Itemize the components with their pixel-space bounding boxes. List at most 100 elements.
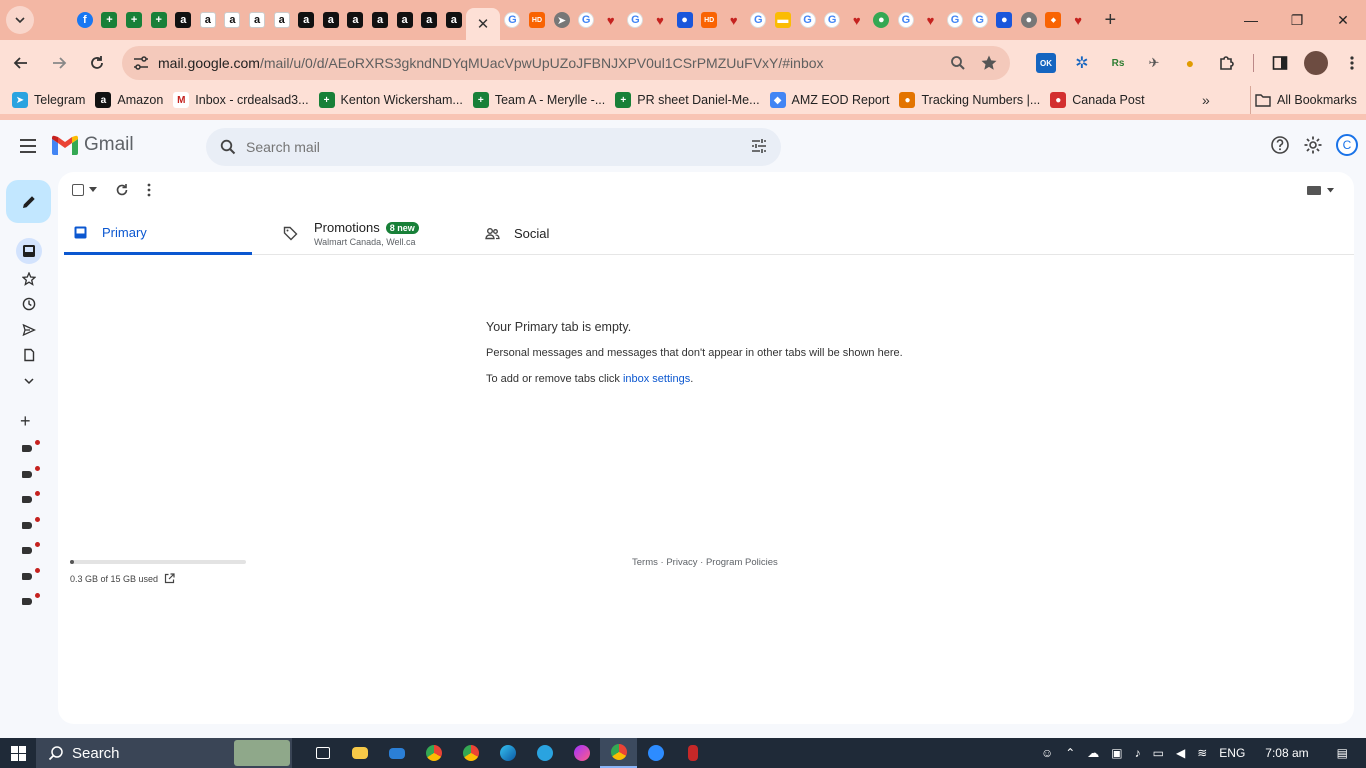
bookmark-item[interactable]: ➤ Telegram [10,86,93,114]
messenger-button[interactable] [563,738,600,768]
app-red-button[interactable] [674,738,711,768]
browser-tab[interactable]: ♥ [648,4,673,36]
new-tab-button[interactable]: + [1096,6,1124,34]
browser-tab[interactable]: a [220,4,245,36]
active-tab[interactable]: ✕ [466,8,501,40]
bookmark-item[interactable]: M Inbox - crdealsad3... [171,86,316,114]
people-icon[interactable]: ☺ [1041,746,1053,760]
all-bookmarks-button[interactable]: All Bookmarks [1250,86,1357,114]
taskbar-search[interactable]: Search [36,738,292,768]
browser-tab[interactable]: G [623,4,648,36]
restore-button[interactable]: ❐ [1274,0,1320,40]
site-info-icon[interactable] [126,56,156,70]
select-checkbox[interactable] [72,184,97,196]
file-explorer-button[interactable] [341,738,378,768]
label-item[interactable] [20,491,40,507]
browser-tab[interactable]: ♥ [721,4,746,36]
label-item[interactable] [20,593,40,609]
telegram-button[interactable] [526,738,563,768]
profile-button[interactable] [1298,46,1334,80]
clock[interactable]: 7:08 am [1265,746,1308,760]
onedrive-icon[interactable]: ☁ [1087,746,1099,760]
tab-primary[interactable]: Primary [64,212,252,255]
browser-tab[interactable]: a [196,4,221,36]
more-bookmarks-button[interactable]: » [1202,86,1210,114]
chrome-button-1[interactable] [415,738,452,768]
bookmark-star-icon[interactable] [980,54,998,72]
browser-tab[interactable]: a [368,4,393,36]
browser-tab[interactable]: a [392,4,417,36]
label-item[interactable] [20,440,40,456]
browser-tab[interactable]: ● [672,4,697,36]
wifi-icon[interactable]: ≋ [1197,746,1207,760]
nav-more[interactable] [18,370,40,392]
browser-tab[interactable]: G [967,4,992,36]
nav-drafts[interactable] [18,344,40,366]
microphone-icon[interactable]: ♪ [1135,746,1141,760]
browser-tab[interactable]: ● [869,4,894,36]
search-options-icon[interactable] [751,138,767,157]
reload-button[interactable] [80,46,114,80]
extensions-button[interactable] [1208,46,1244,80]
browser-tab[interactable]: ♥ [598,4,623,36]
volume-icon[interactable]: ◀ [1176,746,1185,760]
extension-plane[interactable]: ✈ [1136,46,1172,80]
back-button[interactable] [4,46,38,80]
search-input[interactable] [246,139,726,155]
browser-tab[interactable]: ♥ [1066,4,1091,36]
browser-tab[interactable]: + [97,4,122,36]
bookmark-item[interactable]: + PR sheet Daniel-Me... [613,86,767,114]
browser-tab[interactable]: HD [697,4,722,36]
browser-tab[interactable]: HD [525,4,550,36]
browser-tab[interactable]: G [820,4,845,36]
task-view-button[interactable] [304,738,341,768]
side-panel-button[interactable] [1262,46,1298,80]
bookmark-item[interactable]: a Amazon [93,86,171,114]
terms-link[interactable]: Terms [632,557,658,568]
extension-rs[interactable]: Rs [1100,46,1136,80]
nav-sent[interactable] [18,319,40,341]
browser-menu-button[interactable] [1334,46,1366,80]
account-avatar[interactable]: C [1336,134,1358,156]
bookmark-item[interactable]: ● Tracking Numbers |... [897,86,1048,114]
browser-tab[interactable]: G [500,4,525,36]
input-tools-button[interactable] [1307,186,1334,195]
browser-tab[interactable]: a [171,4,196,36]
zoom-app-button[interactable] [637,738,674,768]
browser-tab[interactable]: G [894,4,919,36]
minimize-button[interactable]: — [1228,0,1274,40]
browser-tab[interactable]: M [48,4,73,140]
bookmark-item[interactable]: ◆ AMZ EOD Report [768,86,898,114]
mail-app-button[interactable] [378,738,415,768]
browser-tab[interactable]: ◆ [1041,4,1066,36]
nav-starred[interactable] [18,268,40,290]
browser-tab[interactable]: G [795,4,820,36]
mail-search-bar[interactable] [206,128,781,166]
tab-promotions[interactable]: Promotions 8 new Walmart Canada, Well.ca [274,212,474,255]
browser-tab[interactable]: a [343,4,368,36]
more-vert-icon[interactable] [147,183,151,197]
tab-social[interactable]: Social [476,212,676,255]
program-policies-link[interactable]: Program Policies [706,557,778,568]
settings-gear-icon[interactable] [1303,135,1323,155]
browser-tab[interactable]: a [269,4,294,36]
meet-now-icon[interactable]: ▣ [1111,746,1122,760]
tray-expand-icon[interactable]: ⌃ [1065,746,1075,760]
close-tab-icon[interactable]: ✕ [477,15,490,33]
chrome-active-button[interactable] [600,738,637,768]
browser-tab[interactable]: ● [1017,4,1042,36]
browser-tab[interactable]: a [245,4,270,36]
nav-inbox[interactable] [16,238,42,264]
label-item[interactable] [20,542,40,558]
nav-snoozed[interactable] [18,293,40,315]
bookmark-item[interactable]: ● Canada Post [1048,86,1152,114]
browser-tab[interactable]: + [146,4,171,36]
browser-tab[interactable]: G [943,4,968,36]
compose-button[interactable] [6,180,51,223]
extension-ok[interactable]: OK [1028,46,1064,80]
browser-tab[interactable]: + [122,4,147,36]
zoom-icon[interactable] [950,55,966,71]
battery-icon[interactable]: ▭ [1153,746,1164,760]
browser-tab[interactable]: a [294,4,319,36]
gmail-logo[interactable]: Gmail [52,134,134,156]
